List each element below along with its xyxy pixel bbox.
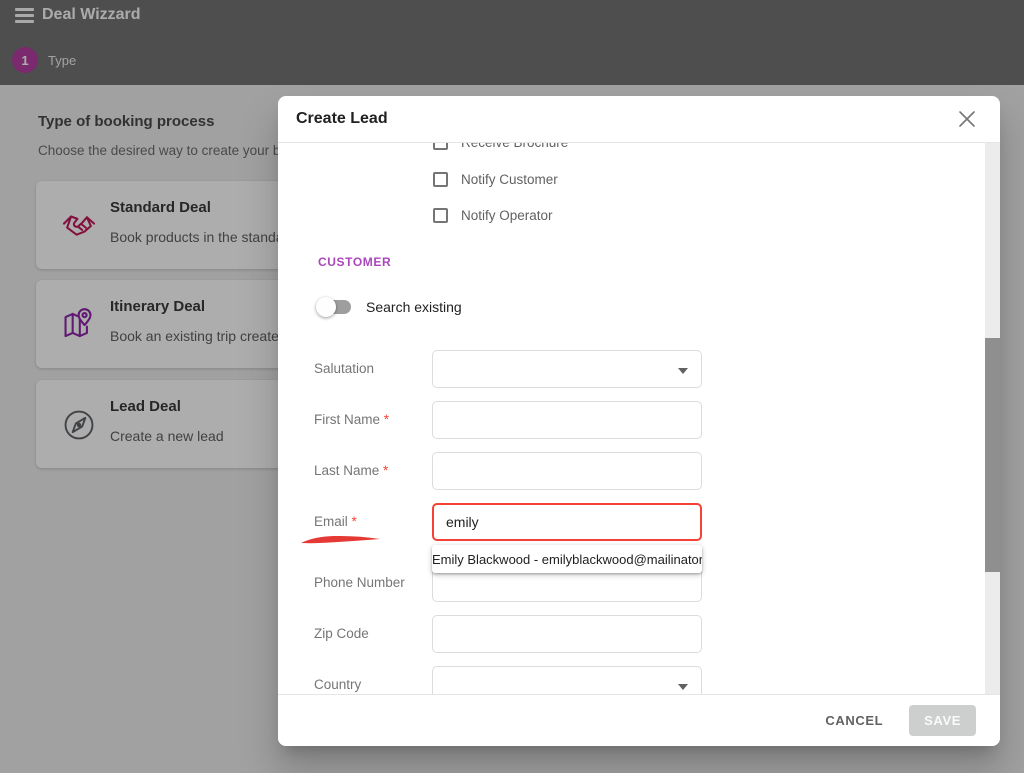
dialog-title: Create Lead [296,110,388,128]
country-select[interactable] [432,666,702,694]
chevron-down-icon [678,368,688,374]
country-row: Country [278,666,1000,694]
dialog-header: Create Lead [278,96,1000,143]
checkbox-label: Notify Customer [461,172,558,187]
search-existing-toggle[interactable]: Search existing [318,296,462,318]
checkbox-receive-brochure[interactable]: Receive Brochure [433,143,568,152]
toggle-icon [318,300,351,314]
checkbox-notify-operator[interactable]: Notify Operator [433,205,553,225]
customer-section-label: CUSTOMER [318,255,391,269]
checkbox-label: Receive Brochure [461,143,568,150]
phone-label: Phone Number [314,575,405,590]
dialog-scrollbar [985,143,1000,694]
dialog-body: Receive Brochure Notify Customer Notify … [278,143,1000,694]
country-label: Country [314,677,361,692]
create-lead-dialog: Create Lead Receive Brochure Notify Cust… [278,96,1000,746]
first-name-row: First Name * [278,401,1000,439]
first-name-label: First Name * [314,412,389,427]
cancel-button[interactable]: CANCEL [815,705,893,736]
dialog-footer: CANCEL SAVE [278,694,1000,746]
close-icon[interactable] [956,108,978,130]
email-field[interactable] [432,503,702,541]
chevron-down-icon [678,684,688,690]
email-row: Email * [278,503,1000,541]
email-label: Email * [314,514,357,529]
scrollbar-thumb[interactable] [985,338,1000,572]
zip-row: Zip Code [278,615,1000,653]
screen: Deal Wizzard 1 Type Type of booking proc… [0,0,1024,773]
zip-field[interactable] [432,615,702,653]
save-button[interactable]: SAVE [909,705,976,736]
salutation-row: Salutation [278,350,1000,388]
checkbox-notify-customer[interactable]: Notify Customer [433,169,558,189]
salutation-label: Salutation [314,361,374,376]
zip-label: Zip Code [314,626,369,641]
toggle-label: Search existing [366,299,462,315]
checkbox-icon [433,143,448,150]
last-name-field[interactable] [432,452,702,490]
checkbox-label: Notify Operator [461,208,553,223]
salutation-select[interactable] [432,350,702,388]
first-name-field[interactable] [432,401,702,439]
email-suggestion-item[interactable]: Emily Blackwood - emilyblackwood@mailina… [432,545,702,573]
checkbox-icon [433,172,448,187]
suggestion-text: Emily Blackwood - emilyblackwood@mailina… [432,552,702,567]
last-name-row: Last Name * [278,452,1000,490]
last-name-label: Last Name * [314,463,388,478]
checkbox-icon [433,208,448,223]
